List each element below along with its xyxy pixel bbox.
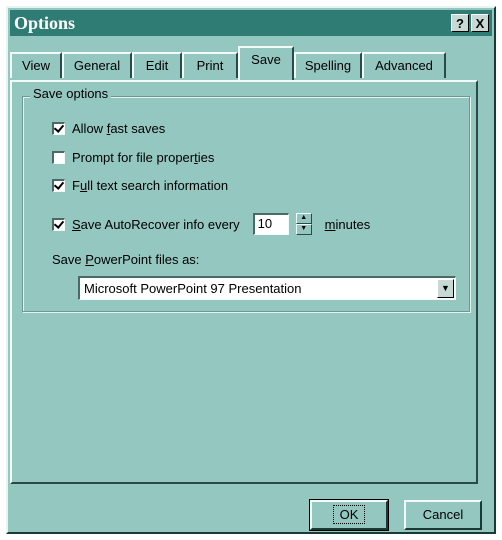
chevron-down-icon[interactable]: ▼ <box>437 279 454 298</box>
tab-spelling[interactable]: Spelling <box>294 52 362 78</box>
save-as-label: Save PowerPoint files as: <box>52 252 200 267</box>
tab-advanced[interactable]: Advanced <box>362 52 446 78</box>
autorecover-option[interactable]: Save AutoRecover info every 10 ▲ ▼ minut… <box>52 213 370 235</box>
minutes-label: minutes <box>324 216 371 232</box>
allow-fast-saves-label: Allow fast saves <box>72 121 166 136</box>
save-format-value: Microsoft PowerPoint 97 Presentation <box>84 281 302 296</box>
tab-general[interactable]: General <box>62 52 132 78</box>
prompt-file-properties-option[interactable]: Prompt for file properties <box>52 150 214 165</box>
ok-button-label: OK <box>332 505 366 524</box>
cancel-button[interactable]: Cancel <box>404 500 482 530</box>
tab-strip: View General Edit Print Save Spelling Ad… <box>10 46 480 80</box>
full-text-search-option[interactable]: Full text search information <box>52 178 228 193</box>
window-title: Options <box>14 12 76 33</box>
tab-edit[interactable]: Edit <box>132 52 182 78</box>
tab-print[interactable]: Print <box>182 52 238 78</box>
full-text-search-label: Full text search information <box>72 178 229 193</box>
autorecover-minutes-input[interactable]: 10 <box>252 213 289 235</box>
autorecover-spinner[interactable]: ▲ ▼ <box>295 213 312 235</box>
tab-save[interactable]: Save <box>238 46 294 80</box>
spin-up-icon[interactable]: ▲ <box>295 213 312 224</box>
tab-view[interactable]: View <box>10 52 62 78</box>
prompt-file-properties-label: Prompt for file properties <box>72 150 215 165</box>
ok-button[interactable]: OK <box>309 499 389 531</box>
allow-fast-saves-checkbox[interactable] <box>52 122 65 135</box>
autorecover-checkbox[interactable] <box>52 217 65 231</box>
title-bar[interactable]: Options ? X <box>10 10 492 36</box>
help-button[interactable]: ? <box>451 14 469 32</box>
close-button[interactable]: X <box>471 14 489 32</box>
spin-down-icon[interactable]: ▼ <box>295 224 312 235</box>
full-text-search-checkbox[interactable] <box>52 179 65 192</box>
prompt-file-properties-checkbox[interactable] <box>52 151 65 164</box>
save-format-dropdown[interactable]: Microsoft PowerPoint 97 Presentation ▼ <box>78 276 456 300</box>
save-options-label: Save options <box>30 86 112 101</box>
autorecover-label: Save AutoRecover info every <box>72 216 240 232</box>
allow-fast-saves-option[interactable]: Allow fast saves <box>52 121 165 136</box>
